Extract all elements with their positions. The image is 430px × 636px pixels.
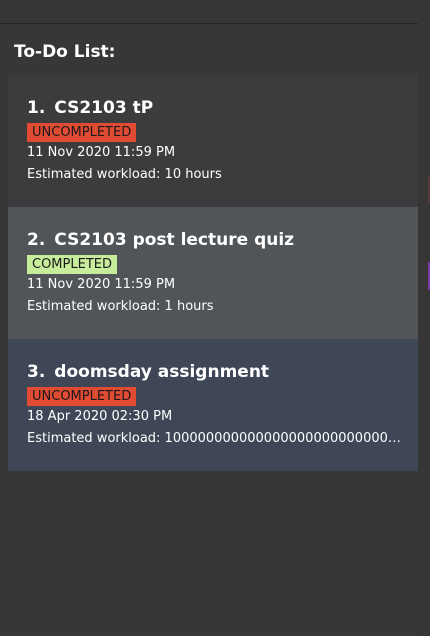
status-badge: UNCOMPLETED <box>27 387 137 406</box>
task-deadline: 18 Apr 2020 02:30 PM <box>27 409 173 424</box>
task-title: doomsday assignment <box>54 362 270 382</box>
task-card-1[interactable]: 1. CS2103 tP UNCOMPLETED 11 Nov 2020 11:5… <box>8 75 418 207</box>
task-deadline: 11 Nov 2020 11:59 PM <box>27 145 176 160</box>
status-badge: COMPLETED <box>27 255 117 274</box>
task-header: 1. CS2103 tP <box>27 97 406 119</box>
task-index: 1. <box>27 98 46 118</box>
task-title: CS2103 post lecture quiz <box>54 230 295 250</box>
task-workload: Estimated workload: 1 hours <box>27 299 214 314</box>
todo-list[interactable]: 1. CS2103 tP UNCOMPLETED 11 Nov 2020 11:5… <box>8 75 418 471</box>
task-card-3[interactable]: 3. doomsday assignment UNCOMPLETED 18 Apr… <box>8 339 418 471</box>
right-panel-edge <box>418 0 430 636</box>
top-divider <box>0 23 418 24</box>
task-deadline: 11 Nov 2020 11:59 PM <box>27 277 176 292</box>
task-workload: Estimated workload: 10000000000000000000… <box>27 431 406 446</box>
status-badge: UNCOMPLETED <box>27 123 137 142</box>
task-index: 3. <box>27 362 46 382</box>
task-card-2[interactable]: 2. CS2103 post lecture quiz COMPLETED 11 … <box>8 207 418 339</box>
task-index: 2. <box>27 230 46 250</box>
task-title: CS2103 tP <box>54 98 154 118</box>
task-workload: Estimated workload: 10 hours <box>27 167 222 182</box>
task-header: 2. CS2103 post lecture quiz <box>27 229 406 251</box>
todo-list-title: To-Do List: <box>14 42 116 62</box>
task-header: 3. doomsday assignment <box>27 361 406 383</box>
